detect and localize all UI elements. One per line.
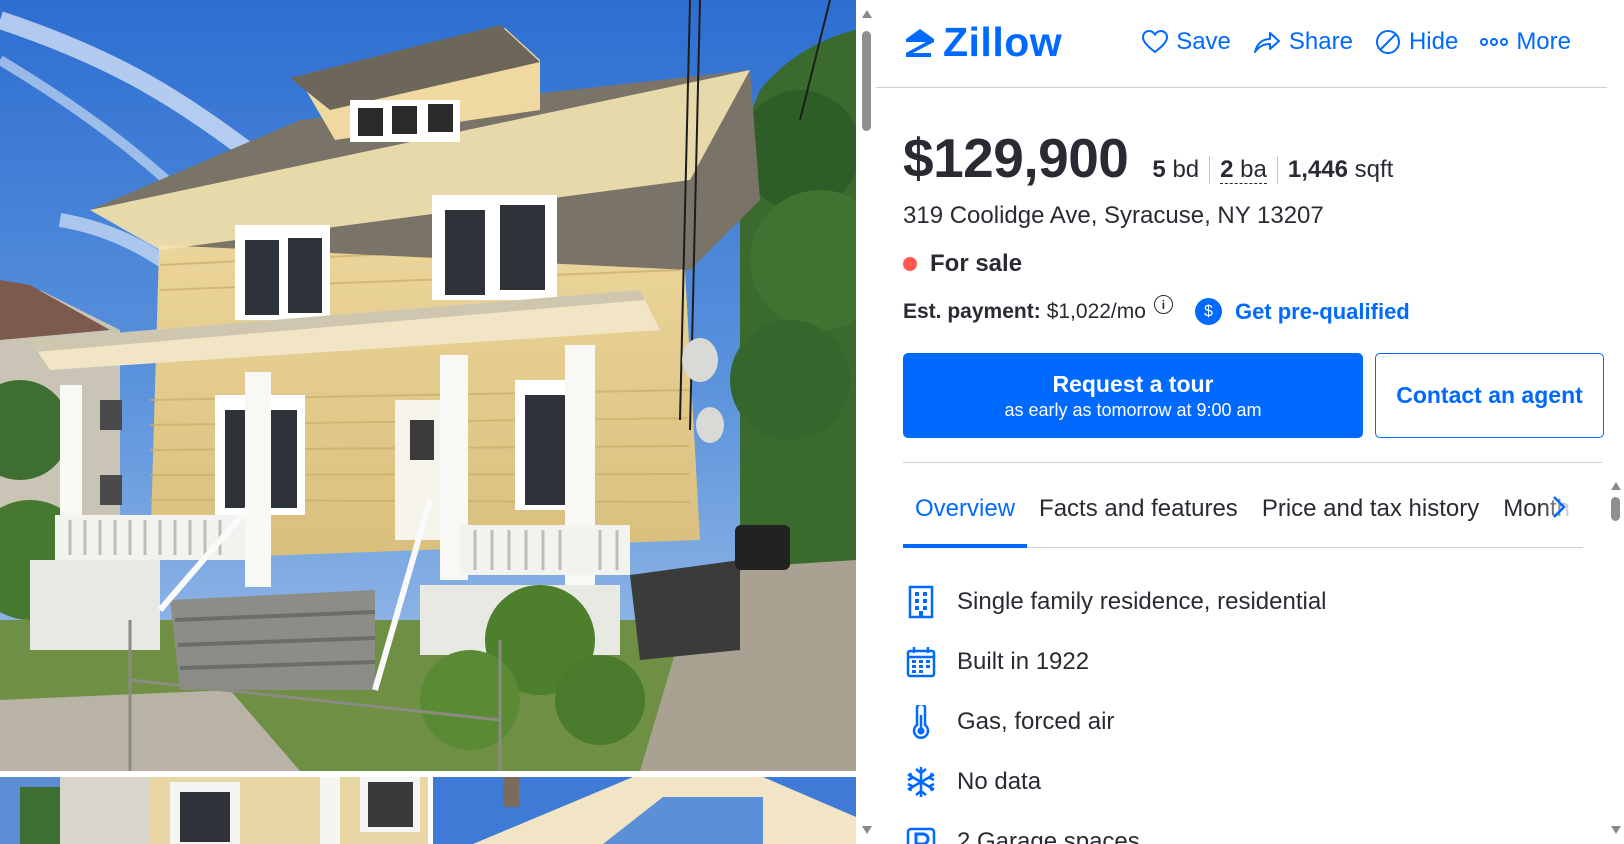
share-icon — [1253, 32, 1280, 53]
more-icon — [1480, 38, 1509, 46]
listing-address: 319 Coolidge Ave, Syracuse, NY 13207 — [903, 202, 1324, 229]
prequal-label: Get pre-qualified — [1234, 298, 1410, 324]
share-button[interactable]: Share — [1253, 28, 1353, 56]
status-dot-icon — [903, 257, 917, 271]
feature-item: 2 Garage spaces — [903, 812, 1327, 844]
save-button[interactable]: Save — [1142, 28, 1231, 56]
calendar-icon — [903, 644, 939, 680]
thumbnail-photo[interactable] — [433, 777, 856, 844]
scroll-down-arrow-icon[interactable] — [862, 826, 872, 834]
scrollbar-thumb[interactable] — [1611, 497, 1620, 521]
building-icon — [903, 584, 939, 620]
zillow-logo-icon — [906, 28, 934, 57]
baths-count[interactable]: 2 ba — [1209, 156, 1277, 184]
hide-icon — [1375, 30, 1400, 54]
tour-button-label: Request a tour — [1052, 370, 1214, 397]
sqft-unit: sqft — [1354, 156, 1394, 183]
more-label: More — [1516, 28, 1571, 55]
listing-price: $129,900 — [903, 127, 1129, 189]
details-scrollbar[interactable] — [1607, 472, 1624, 844]
feature-item: Built in 1922 — [903, 632, 1327, 692]
feature-item: Single family residence, residential — [903, 572, 1327, 632]
thumbnail-photo[interactable] — [0, 777, 428, 844]
main-listing-photo[interactable] — [0, 0, 856, 771]
more-button[interactable]: More — [1480, 28, 1571, 56]
feature-item: Gas, forced air — [903, 692, 1327, 752]
share-label: Share — [1288, 28, 1353, 55]
tab-overview[interactable]: Overview — [903, 470, 1028, 548]
feature-text: Single family residence, residential — [957, 588, 1327, 615]
sqft-number: 1,446 — [1287, 156, 1348, 183]
save-label: Save — [1176, 28, 1231, 55]
request-tour-button[interactable]: Request a tour as early as tomorrow at 9… — [903, 353, 1363, 438]
feature-text: Built in 1922 — [957, 648, 1090, 675]
beds-unit: bd — [1172, 156, 1200, 183]
feature-item: No data — [903, 752, 1327, 812]
info-icon[interactable]: i — [1153, 295, 1173, 314]
listing-tabs: Overview Facts and features Price and ta… — [903, 470, 1583, 548]
scroll-up-arrow-icon[interactable] — [862, 10, 872, 18]
price-summary: $129,900 5 bd 2 ba 1,446 sqft — [903, 126, 1403, 190]
gallery-scrollbar[interactable] — [858, 0, 875, 844]
snowflake-icon — [903, 764, 939, 800]
photo-gallery — [0, 0, 856, 844]
feature-text: No data — [957, 768, 1042, 795]
hide-label: Hide — [1408, 28, 1459, 55]
parking-icon — [903, 824, 939, 844]
baths-number: 2 — [1220, 156, 1234, 183]
chevron-right-icon[interactable] — [1548, 494, 1570, 520]
home-facts: 5 bd 2 ba 1,446 sqft — [1152, 156, 1403, 184]
zillow-logo[interactable]: Zillow — [903, 22, 1062, 63]
heart-icon — [1142, 30, 1169, 54]
feature-text: 2 Garage spaces — [957, 828, 1140, 844]
beds-number: 5 — [1152, 156, 1166, 183]
listing-details-panel: Zillow Save Share Hide More $129,900 5 b… — [876, 0, 1607, 844]
beds-count: 5 bd — [1152, 156, 1209, 184]
scroll-up-arrow-icon[interactable] — [1611, 482, 1621, 490]
baths-unit: ba — [1240, 156, 1267, 183]
dollar-icon: $ — [1194, 298, 1222, 325]
payment-label: Est. payment: — [903, 299, 1041, 323]
sqft-count: 1,446 sqft — [1276, 156, 1403, 184]
tab-price-and-tax-history[interactable]: Price and tax history — [1250, 470, 1491, 547]
tour-button-sublabel: as early as tomorrow at 9:00 am — [1004, 399, 1262, 420]
status-label: For sale — [930, 250, 1023, 277]
listing-actions: Save Share Hide More — [1142, 28, 1571, 56]
hide-button[interactable]: Hide — [1375, 28, 1458, 56]
scroll-down-arrow-icon[interactable] — [1611, 826, 1621, 834]
thermometer-icon — [903, 704, 939, 740]
contact-agent-button[interactable]: Contact an agent — [1375, 353, 1604, 438]
scrollbar-thumb[interactable] — [862, 31, 871, 131]
overview-features: Single family residence, residential Bui… — [903, 572, 1327, 844]
estimated-payment: Est. payment: $1,022/mo i $ Get pre-qual… — [903, 295, 1410, 325]
section-divider — [903, 462, 1602, 463]
header-bar: Zillow Save Share Hide More — [876, 0, 1607, 88]
brand-name: Zillow — [943, 19, 1063, 65]
payment-value: $1,022/mo — [1046, 299, 1146, 323]
feature-text: Gas, forced air — [957, 708, 1115, 735]
get-pre-qualified-link[interactable]: $ Get pre-qualified — [1194, 298, 1410, 325]
listing-status: For sale — [903, 250, 1022, 278]
tab-facts-and-features[interactable]: Facts and features — [1027, 470, 1250, 547]
